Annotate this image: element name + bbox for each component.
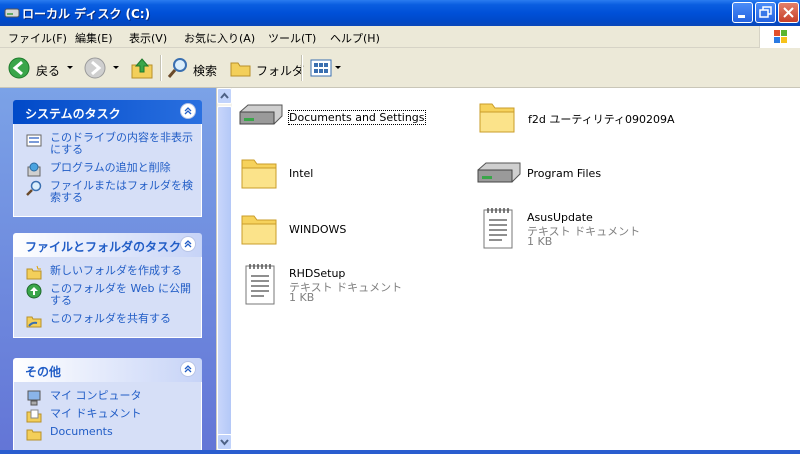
close-icon: [783, 7, 794, 18]
restore-icon: [759, 6, 772, 18]
folder-icon: [479, 103, 515, 133]
task-label: このドライブの内容を非表示にする: [50, 131, 193, 156]
text-document-icon: [483, 208, 513, 249]
toolbar-separator: [301, 55, 303, 81]
system-tasks-body: このドライブの内容を非表示にする プログラムの追加と削除 ファイルまたはフォルダ…: [13, 124, 202, 217]
file-folder-tasks-header[interactable]: ファイルとフォルダのタスク: [13, 233, 202, 257]
task-label: マイ ドキュメント: [50, 407, 142, 420]
file-folder-tasks-body: 新しいフォルダを作成する このフォルダを Web に公開する このフォルダを共有…: [13, 257, 202, 338]
search-button-label[interactable]: 検索: [193, 62, 217, 79]
link-documents[interactable]: Documents: [14, 425, 201, 441]
menu-edit[interactable]: 編集(E): [75, 30, 113, 46]
link-my-documents[interactable]: マイ ドキュメント: [14, 407, 201, 423]
file-size: 1 KB: [527, 235, 553, 248]
forward-arrow-icon[interactable]: [84, 57, 106, 79]
folders-icon[interactable]: [230, 58, 252, 78]
menu-help[interactable]: ヘルプ(H): [330, 30, 380, 46]
system-tasks-title: システムのタスク: [25, 107, 121, 121]
close-button[interactable]: [778, 2, 799, 23]
task-pane: システムのタスク このドライブの内容を非表示にする プログラムの追加と削除 ファ…: [0, 88, 216, 454]
folders-button-label[interactable]: フォルダ: [256, 62, 304, 79]
text-document-icon: [245, 264, 275, 305]
other-places-panel: その他 マイ コンピュータ マイ ドキュメント Documents: [13, 358, 202, 451]
system-tasks-header[interactable]: システムのタスク: [13, 100, 202, 124]
task-label: 新しいフォルダを作成する: [50, 264, 182, 277]
toolbar-separator: [160, 55, 162, 81]
chevron-up-icon: [220, 92, 229, 99]
up-folder-icon[interactable]: [130, 56, 154, 80]
file-name: Intel: [289, 167, 314, 180]
views-dropdown-icon[interactable]: [335, 66, 341, 69]
scroll-down-button[interactable]: [217, 434, 232, 450]
collapse-chevron-icon[interactable]: [180, 103, 196, 119]
minimize-button[interactable]: [732, 2, 753, 23]
new-folder-icon: [26, 265, 42, 280]
my-documents-icon: [26, 409, 42, 423]
back-dropdown-icon[interactable]: [67, 66, 73, 69]
menu-file[interactable]: ファイル(F): [8, 30, 67, 46]
other-places-header[interactable]: その他: [13, 358, 202, 382]
file-folder-tasks-title: ファイルとフォルダのタスク: [25, 240, 182, 254]
restore-button[interactable]: [755, 2, 776, 23]
chevron-down-icon: [220, 439, 229, 446]
task-share-folder[interactable]: このフォルダを共有する: [14, 312, 201, 328]
folder-icon: [241, 159, 277, 189]
task-pane-scrollbar[interactable]: [216, 88, 232, 450]
drive-folder-icon: [239, 104, 283, 125]
folder-icon: [241, 215, 277, 245]
file-size: 1 KB: [289, 291, 315, 304]
file-name: Program Files: [527, 167, 602, 180]
title-bar[interactable]: ローカル ディスク (C:): [0, 0, 800, 26]
task-add-remove-programs[interactable]: プログラムの追加と削除: [14, 161, 201, 177]
task-label: マイ コンピュータ: [50, 389, 142, 402]
other-places-body: マイ コンピュータ マイ ドキュメント Documents: [13, 382, 202, 451]
file-name: f2d ユーティリティ090209A: [528, 113, 675, 126]
collapse-chevron-icon[interactable]: [180, 236, 196, 252]
drive-folder-icon: [477, 162, 521, 183]
scroll-up-button[interactable]: [217, 88, 232, 104]
task-search-files[interactable]: ファイルまたはフォルダを検索する: [14, 180, 201, 204]
menu-tools[interactable]: ツール(T): [268, 30, 316, 46]
task-label: プログラムの追加と削除: [50, 161, 171, 174]
windows-logo: [759, 26, 800, 48]
minimize-icon: [738, 15, 745, 18]
drive-icon: [4, 8, 20, 18]
collapse-chevron-icon[interactable]: [180, 361, 196, 377]
task-label: このフォルダを Web に公開する: [50, 282, 191, 307]
file-folder-tasks-panel: ファイルとフォルダのタスク 新しいフォルダを作成する このフォルダを Web に…: [13, 233, 202, 338]
task-label: Documents: [50, 425, 113, 438]
link-my-computer[interactable]: マイ コンピュータ: [14, 389, 201, 406]
windows-flag-icon: [774, 30, 787, 43]
views-icon[interactable]: [310, 58, 332, 78]
window-title: ローカル ディスク (C:): [22, 7, 151, 21]
file-name: Documents and Settings: [288, 110, 426, 125]
file-list-view[interactable]: Documents and Settings f2d ユーティリティ090209…: [232, 88, 800, 450]
search-icon[interactable]: [167, 57, 189, 79]
add-remove-programs-icon: [27, 162, 41, 177]
share-folder-icon: [26, 316, 42, 328]
task-new-folder[interactable]: 新しいフォルダを作成する: [14, 264, 201, 280]
system-tasks-panel: システムのタスク このドライブの内容を非表示にする プログラムの追加と削除 ファ…: [13, 100, 202, 217]
hide-contents-icon: [26, 134, 42, 147]
search-icon: [26, 180, 42, 196]
taskbar-edge: [0, 450, 800, 454]
task-label: このフォルダを共有する: [50, 312, 171, 325]
menu-favorites[interactable]: お気に入り(A): [184, 30, 255, 46]
file-name: WINDOWS: [289, 223, 347, 236]
back-button-label[interactable]: 戻る: [36, 62, 60, 79]
menu-bar: ファイル(F) 編集(E) 表示(V) お気に入り(A) ツール(T) ヘルプ(…: [0, 26, 800, 48]
toolbar: 戻る 検索 フォルダ: [0, 48, 800, 88]
my-computer-icon: [27, 390, 41, 406]
task-label: ファイルまたはフォルダを検索する: [50, 179, 193, 204]
back-arrow-icon[interactable]: [8, 57, 30, 79]
forward-dropdown-icon[interactable]: [113, 66, 119, 69]
other-places-title: その他: [25, 365, 62, 379]
publish-web-icon: [26, 283, 42, 299]
folder-icon: [26, 429, 42, 441]
menu-view[interactable]: 表示(V): [129, 30, 167, 46]
task-publish-web[interactable]: このフォルダを Web に公開する: [14, 283, 201, 307]
scroll-thumb[interactable]: [217, 106, 232, 446]
task-hide-drive-contents[interactable]: このドライブの内容を非表示にする: [14, 132, 201, 156]
